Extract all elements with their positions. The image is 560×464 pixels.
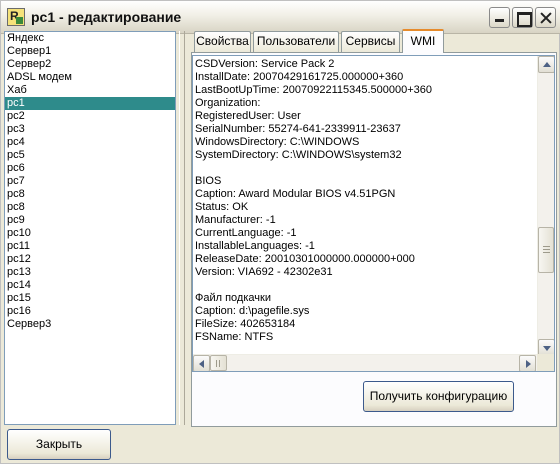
tab-services[interactable]: Сервисы [341,31,400,52]
wmi-line: Status: OK [195,201,249,213]
arrow-left-icon [199,360,204,368]
wmi-line: Caption: d:\pagefile.sys [195,305,310,317]
host-list-item[interactable]: pc6 [5,162,175,175]
host-list-item[interactable]: pc7 [5,175,175,188]
host-list-item[interactable]: ADSL модем [5,71,175,84]
host-list-item[interactable]: pc14 [5,279,175,292]
wmi-output[interactable]: CSDVersion: Service Pack 2 InstallDate: 2… [195,58,535,353]
host-list-item[interactable]: pc8 [5,201,175,214]
vertical-scrollbar[interactable] [537,56,554,356]
host-list-item[interactable]: pc9 [5,214,175,227]
maximize-button[interactable] [512,7,533,28]
host-list-item[interactable]: pc12 [5,253,175,266]
scroll-left-button[interactable] [193,355,210,371]
close-button[interactable]: Закрыть [7,429,111,460]
host-list-item[interactable]: Хаб [5,84,175,97]
grip-icon [216,360,222,367]
panel-splitter[interactable] [179,31,185,425]
wmi-line: SystemDirectory: C:\WINDOWS\system32 [195,149,402,161]
edit-window: pc1 - редактирование ЯндексСервер1Сервер… [0,0,560,464]
host-list-item[interactable]: pc3 [5,123,175,136]
host-list-item[interactable]: pc4 [5,136,175,149]
wmi-line: InstallDate: 20070429161725.000000+360 [195,71,404,83]
wmi-line: RegisteredUser: User [195,110,301,122]
wmi-line [195,162,535,175]
host-list-item[interactable]: Сервер2 [5,58,175,71]
wmi-line: Caption: Award Modular BIOS v4.51PGN [195,188,396,200]
horizontal-scroll-thumb[interactable] [210,355,227,371]
wmi-line: Manufacturer: -1 [195,214,276,226]
arrow-up-icon [543,62,551,67]
wmi-text-area[interactable]: CSDVersion: Service Pack 2 InstallDate: 2… [192,55,555,372]
wmi-line: WindowsDirectory: C:\WINDOWS [195,136,360,148]
grip-icon [543,246,550,255]
title-bar[interactable]: pc1 - редактирование [1,1,560,34]
horizontal-scrollbar[interactable] [193,354,537,371]
scroll-up-button[interactable] [538,56,554,73]
window-title: pc1 - редактирование [31,9,182,25]
host-list-item[interactable]: Сервер1 [5,45,175,58]
wmi-line: ReleaseDate: 20010301000000.000000+000 [195,253,415,265]
wmi-line [195,279,535,292]
host-list[interactable]: Яндекс Сервер1 Сервер2 ADSL модем Хаб pc1 pc2 p… [4,31,176,425]
tab-users[interactable]: Пользователи [253,31,339,52]
wmi-line: SerialNumber: 55274-641-2339911-23637 [195,123,401,135]
host-list-item[interactable]: pc15 [5,292,175,305]
wmi-line: InstallableLanguages: -1 [195,240,315,252]
wmi-line: CSDVersion: Service Pack 2 [195,58,335,70]
wmi-line: FileSize: 402653184 [195,318,296,330]
wmi-line: Файл подкачки [195,292,271,304]
host-list-item[interactable]: pc2 [5,110,175,123]
host-list-item[interactable]: pc16 [5,305,175,318]
arrow-right-icon [526,360,531,368]
host-list-item[interactable]: pc10 [5,227,175,240]
host-list-item[interactable]: pc5 [5,149,175,162]
host-list-item[interactable]: pc8 [5,188,175,201]
minimize-button[interactable] [489,7,510,28]
wmi-line: BIOS [195,175,222,187]
wmi-line: LastBootUpTime: 20070922115345.500000+36… [195,84,432,96]
wmi-line: FSName: NTFS [195,331,274,343]
app-icon[interactable] [7,8,25,26]
wmi-line: Version: VIA692 - 42302e31 [195,266,333,278]
host-list-item[interactable]: Сервер3 [5,318,175,331]
scrollbar-corner [537,354,554,371]
tab-wmi[interactable]: WMI [402,29,444,53]
close-window-button[interactable] [535,7,556,28]
host-list-item[interactable]: pc13 [5,266,175,279]
wmi-line: CurrentLanguage: -1 [195,227,297,239]
vertical-scroll-thumb[interactable] [538,227,554,273]
wmi-line: Organization: [195,97,261,109]
arrow-down-icon [543,346,551,351]
scroll-right-button[interactable] [519,355,536,371]
host-list-item[interactable]: pc1 [5,97,175,110]
tab-properties[interactable]: Свойства [194,31,251,52]
host-list-item[interactable]: Яндекс [5,32,175,45]
host-list-item[interactable]: pc11 [5,240,175,253]
get-config-button[interactable]: Получить конфигурацию [363,381,514,412]
